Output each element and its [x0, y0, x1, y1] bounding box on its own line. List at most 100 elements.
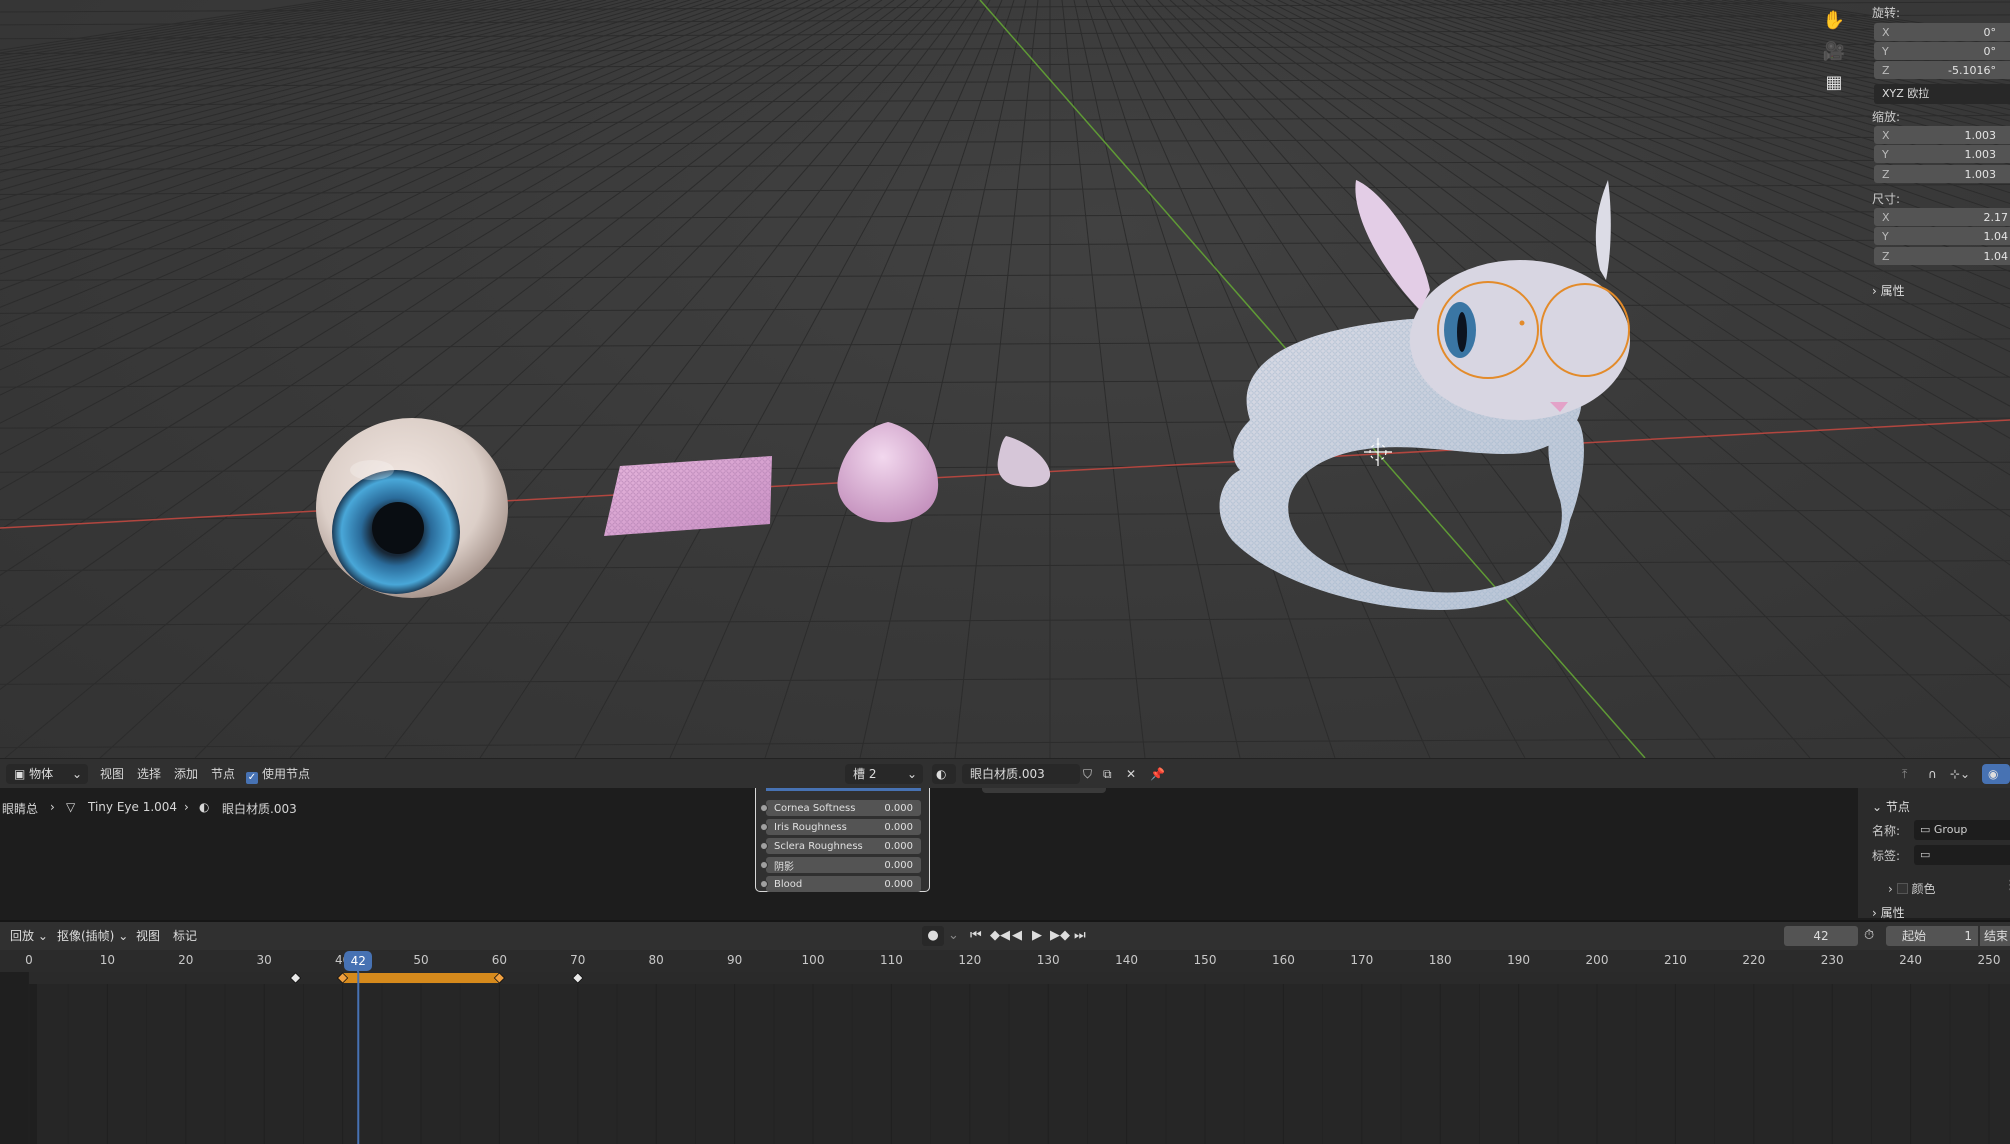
start-value: 1 — [1964, 929, 1972, 943]
current-frame-field[interactable]: 42 — [1784, 926, 1858, 946]
value: 0° — [1983, 25, 1997, 39]
timeline-graph — [0, 972, 2010, 1144]
play-reverse-icon[interactable]: ◀ — [1012, 926, 1022, 946]
properties-label: 属性 — [1880, 906, 1905, 920]
more-options-icon[interactable]: ⋮ — [2004, 878, 2010, 893]
timeline-tick-label: 210 — [1663, 953, 1687, 967]
pin-icon[interactable]: 📌 — [1150, 759, 1165, 789]
chevron-down-icon: ⌄ — [906, 767, 917, 781]
menu-keying[interactable]: 抠像(插帧) ⌄ — [57, 926, 128, 946]
label-label: 标签: — [1872, 849, 1901, 863]
group-node[interactable]: Cornea Softness 0.000 Iris Roughness 0.000… — [755, 788, 930, 892]
socket-dot[interactable] — [760, 823, 768, 831]
auto-key-options-icon[interactable]: ⌄ — [948, 926, 959, 946]
rotation-mode-select[interactable]: XYZ 欧拉 — [1874, 84, 2010, 104]
menu-view[interactable]: 视图 — [100, 759, 124, 789]
hand-icon[interactable]: ✋ — [1820, 6, 1848, 34]
socket-dot[interactable] — [760, 842, 768, 850]
properties-section[interactable]: › 属性 — [1872, 282, 1905, 299]
use-nodes-toggle[interactable]: ✓ 使用节点 — [246, 759, 310, 789]
grid-icon[interactable]: ▦ — [1820, 68, 1848, 96]
scale-x-field[interactable]: X 1.003 — [1874, 126, 2010, 144]
record-icon: ● — [927, 928, 939, 943]
color-checkbox[interactable] — [1896, 883, 1908, 894]
play-icon[interactable]: ▶ — [1032, 926, 1042, 946]
prev-keyframe-icon[interactable]: ◆◀ — [990, 926, 1010, 946]
scale-y-field[interactable]: Y 1.003 — [1874, 145, 2010, 163]
snap-icon[interactable]: ∩ — [1928, 759, 1937, 789]
node-name-field[interactable]: ▭ Group — [1914, 820, 2010, 840]
node-editor-canvas[interactable]: 眼睛总 › ▽ Tiny Eye 1.004 › ◐ 眼白材质.003 Corn… — [0, 788, 1856, 918]
start-frame-field[interactable]: 起始 1 — [1886, 926, 1978, 946]
axis-label: X — [1882, 25, 1890, 39]
fake-user-shield-icon[interactable]: ⛉ — [1083, 759, 1092, 789]
timeline-area[interactable] — [0, 972, 2010, 1144]
properties-section[interactable]: › 属性 — [1872, 904, 1905, 921]
rotation-y-field[interactable]: Y 0° — [1874, 42, 2010, 60]
snap-target-icon[interactable]: ⊹⌄ — [1950, 759, 1970, 789]
next-keyframe-icon[interactable]: ▶◆ — [1050, 926, 1070, 946]
timeline-header: 回放 ⌄ 抠像(插帧) ⌄ 视图 标记 ● ⌄ ⏮ ◆◀ ◀ ▶ ▶◆ ⏭ 42… — [0, 920, 2010, 950]
socket-value: 0.000 — [884, 878, 913, 890]
value: 2.17 — [1983, 210, 2009, 224]
menu-playback[interactable]: 回放 ⌄ — [10, 926, 48, 946]
material-name-field[interactable]: 眼白材质.003 — [962, 764, 1080, 784]
dimension-y-field[interactable]: Y 1.04 — [1874, 227, 2010, 245]
jump-end-icon[interactable]: ⏭ — [1074, 926, 1086, 946]
overlay-toggle[interactable]: ◉ — [1982, 764, 2010, 784]
node-label-field[interactable]: ▭ — [1914, 845, 2010, 865]
jump-start-icon[interactable]: ⏮ — [970, 926, 982, 946]
summary-channel — [29, 972, 2010, 984]
scale-z-field[interactable]: Z 1.003 — [1874, 165, 2010, 183]
end-frame-field[interactable]: 结束 — [1980, 926, 2010, 946]
menu-select[interactable]: 选择 — [137, 759, 161, 789]
stopwatch-icon[interactable]: ⏱ — [1864, 926, 1874, 946]
color-section[interactable]: › 颜色 — [1888, 880, 1935, 897]
socket-cornea-softness[interactable]: Cornea Softness 0.000 — [760, 800, 921, 816]
chevron-down-icon: ⌄ — [37, 929, 48, 943]
value: -5.1016° — [1948, 63, 1996, 77]
mode-select[interactable]: ▣ 物体 ⌄ — [6, 764, 88, 784]
menu-view[interactable]: 视图 — [136, 926, 160, 946]
close-icon[interactable]: ✕ — [1126, 759, 1136, 789]
camera-icon[interactable]: 🎥 — [1820, 37, 1848, 65]
socket-blood[interactable]: Blood 0.000 — [760, 876, 921, 892]
node-icon: ▭ — [1920, 848, 1931, 861]
dimension-z-field[interactable]: Z 1.04 — [1874, 247, 2010, 265]
value: 1.04 — [1983, 229, 2009, 243]
rotation-x-field[interactable]: X 0° — [1874, 23, 2010, 41]
menu-marker[interactable]: 标记 — [173, 926, 197, 946]
slot-select[interactable]: 槽 2 ⌄ — [845, 764, 923, 784]
socket-dot[interactable] — [760, 880, 768, 888]
playhead-frame-label[interactable]: 42 — [344, 951, 373, 971]
axis-label: Z — [1882, 249, 1890, 263]
node-icon: ▭ — [1920, 823, 1931, 836]
timeline-tick-label: 20 — [178, 953, 194, 967]
chevron-down-icon: ⌄ — [1872, 800, 1883, 814]
socket-iris-roughness[interactable]: Iris Roughness 0.000 — [760, 819, 921, 835]
slot-label: 槽 2 — [853, 767, 877, 781]
socket-label: Sclera Roughness — [774, 840, 863, 852]
node-name-value: Group — [1933, 823, 1968, 836]
axis-label: Z — [1882, 63, 1890, 77]
socket-sclera-roughness[interactable]: Sclera Roughness 0.000 — [760, 838, 921, 854]
socket-dot[interactable] — [760, 804, 768, 812]
chevron-down-icon: ⌄ — [71, 767, 82, 781]
menu-node[interactable]: 节点 — [211, 759, 235, 789]
timeline-tick-label: 140 — [1115, 953, 1139, 967]
socket-label: Cornea Softness — [774, 802, 856, 814]
3d-viewport[interactable]: ✋ 🎥 ▦ 旋转: X 0° Y 0° Z -5.1016° XYZ 欧拉 缩放: X… — [0, 0, 2010, 758]
duplicate-icon[interactable]: ⧉ — [1103, 759, 1112, 789]
socket-dot[interactable] — [760, 861, 768, 869]
record-button[interactable]: ● — [922, 926, 944, 946]
timeline-ruler[interactable]: 0 10 20 30 40 50 60 70 80 90 100 110 120 130 140 150 160… — [0, 950, 2010, 972]
material-browse-button[interactable]: ◐ — [932, 764, 956, 784]
rotation-z-field[interactable]: Z -5.1016° — [1874, 61, 2010, 79]
dimension-x-field[interactable]: X 2.17 — [1874, 208, 2010, 226]
node-section-header[interactable]: ⌄ 节点 — [1872, 798, 1910, 815]
axis-label: Y — [1882, 229, 1889, 243]
timeline-tick-label: 250 — [1977, 953, 2001, 967]
parent-node-tree-icon[interactable]: ⤒ — [1902, 759, 1907, 789]
socket-shadow[interactable]: 阴影 0.000 — [760, 857, 921, 873]
menu-add[interactable]: 添加 — [174, 759, 198, 789]
